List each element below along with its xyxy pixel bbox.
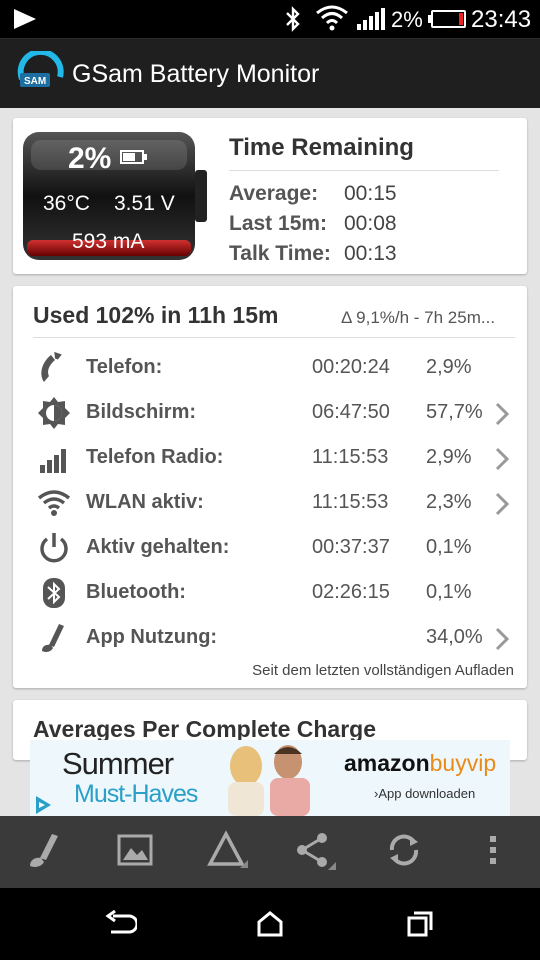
gsam-logo-icon: SAM — [17, 51, 64, 87]
bluetooth-status-icon — [286, 6, 300, 32]
usage-time: 02:26:15 — [312, 581, 390, 603]
chevron-right-icon — [495, 492, 509, 516]
play-notification-icon — [14, 9, 36, 29]
usage-row-telefon-radio[interactable]: Telefon Radio: 11:15:53 2,9% — [13, 435, 527, 480]
share-icon[interactable] — [294, 830, 338, 874]
home-icon[interactable] — [256, 910, 284, 938]
battery-status-icon — [428, 10, 466, 28]
ad-banner[interactable]: Summer Must-Haves amazonbuyvip ›App down… — [30, 740, 510, 816]
usage-rate: Δ 9,1%/h - 7h 25m... — [341, 308, 496, 327]
status-bar: 2% 23:43 — [0, 0, 540, 38]
time-remaining-label-last15m: Last 15m: — [229, 212, 328, 235]
back-icon[interactable] — [105, 910, 137, 938]
usage-row-telefon[interactable]: Telefon: 00:20:24 2,9% — [13, 345, 527, 390]
usage-percent: 2,9% — [426, 356, 472, 378]
usage-label: Telefon: — [86, 356, 163, 378]
usage-row-bluetooth[interactable]: Bluetooth: 02:26:15 0,1% — [13, 570, 527, 615]
usage-percent: 57,7% — [426, 401, 483, 423]
brightness-icon — [38, 397, 70, 429]
power-icon — [40, 533, 68, 563]
usage-row-aktiv-gehalten[interactable]: Aktiv gehalten: 00:37:37 0,1% — [13, 525, 527, 570]
ad-headline: Summer — [62, 746, 174, 781]
usage-label: Aktiv gehalten: — [86, 536, 230, 558]
usage-row-app-nutzung[interactable]: App Nutzung: 34,0% — [13, 615, 527, 660]
usage-label: Telefon Radio: — [86, 446, 224, 468]
svg-text:SAM: SAM — [24, 76, 46, 87]
image-icon[interactable] — [115, 830, 155, 870]
usage-percent: 2,9% — [426, 446, 472, 468]
bluetooth-icon — [43, 578, 65, 608]
chevron-right-icon — [495, 402, 509, 426]
usage-label: App Nutzung: — [86, 626, 218, 648]
ad-choices-icon[interactable] — [32, 794, 54, 816]
battery-temperature: 36°C — [43, 192, 90, 215]
usage-time: 06:47:50 — [312, 401, 390, 423]
signal-icon — [40, 449, 66, 473]
navigation-bar — [0, 888, 540, 960]
usage-card: Used 102% in 11h 15m Δ 9,1%/h - 7h 25m..… — [13, 286, 527, 688]
signal-status-icon — [357, 8, 385, 30]
time-remaining-label-average: Average: — [229, 182, 319, 205]
time-remaining-value-average: 00:15 — [344, 182, 397, 205]
usage-footer: Seit dem letzten vollständigen Aufladen — [252, 662, 514, 679]
app-usage-icon[interactable] — [26, 830, 66, 870]
time-remaining-title: Time Remaining — [229, 134, 414, 161]
usage-percent: 0,1% — [426, 581, 472, 603]
app-bar: SAM GSam Battery Monitor — [0, 38, 540, 108]
battery-summary-card[interactable]: 2% 36°C 3.51 V 593 mA Time Remaining Ave… — [13, 118, 527, 274]
bottom-toolbar — [0, 816, 540, 888]
wifi-icon — [37, 490, 71, 516]
time-remaining-label-talk: Talk Time: — [229, 242, 331, 265]
usage-percent: 0,1% — [426, 536, 472, 558]
battery-percent: 2% — [68, 142, 112, 175]
usage-label: WLAN aktiv: — [86, 491, 204, 513]
status-time: 23:43 — [471, 6, 532, 33]
chevron-right-icon — [495, 627, 509, 651]
usage-label: Bildschirm: — [86, 401, 197, 423]
battery-current: 593 mA — [72, 230, 145, 253]
time-remaining-value-last15m: 00:08 — [344, 212, 397, 235]
divider — [229, 170, 499, 171]
delta-icon[interactable] — [206, 830, 250, 874]
usage-row-wlan[interactable]: WLAN aktiv: 11:15:53 2,3% — [13, 480, 527, 525]
app-usage-icon — [42, 624, 64, 652]
usage-label: Bluetooth: — [86, 581, 186, 603]
ad-brand-buyvip: buyvip — [429, 750, 497, 776]
ad-subheadline: Must-Haves — [74, 780, 198, 808]
battery-voltage: 3.51 V — [114, 192, 175, 215]
ad-brand: amazonbuyvip — [344, 750, 496, 777]
chevron-right-icon — [495, 447, 509, 471]
averages-title: Averages Per Complete Charge — [33, 716, 377, 742]
refresh-icon[interactable] — [384, 830, 424, 870]
ad-image — [228, 745, 310, 816]
ad-download-link[interactable]: ›App downloaden — [374, 786, 475, 801]
usage-time: 11:15:53 — [312, 446, 389, 468]
usage-time: 00:37:37 — [312, 536, 390, 558]
usage-title: Used 102% in 11h 15m — [33, 302, 279, 328]
time-remaining-value-talk: 00:13 — [344, 242, 397, 265]
divider — [33, 337, 515, 338]
usage-time: 11:15:53 — [312, 491, 389, 513]
app-title: GSam Battery Monitor — [72, 60, 320, 88]
overflow-menu-icon[interactable] — [484, 830, 504, 870]
usage-time: 00:20:24 — [312, 356, 390, 378]
usage-percent: 34,0% — [426, 626, 483, 648]
ad-brand-amazon: amazon — [344, 750, 430, 776]
recent-apps-icon[interactable] — [406, 910, 434, 938]
phone-icon — [41, 351, 62, 382]
usage-percent: 2,3% — [426, 491, 472, 513]
status-battery-percent: 2% — [391, 7, 423, 32]
wifi-status-icon — [316, 5, 348, 31]
usage-row-bildschirm[interactable]: Bildschirm: 06:47:50 57,7% — [13, 390, 527, 435]
